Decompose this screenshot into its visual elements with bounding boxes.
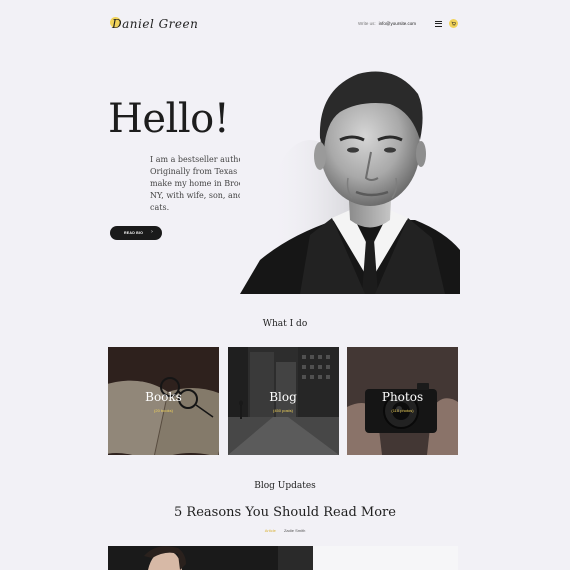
hero-title: Hello! xyxy=(108,96,230,142)
books-card-count: (20 books) xyxy=(154,408,173,413)
services-cards: Books (20 books) Blog (450 posts) Photos… xyxy=(108,347,458,455)
write-us-label: Write us: xyxy=(357,21,376,26)
post-title-link[interactable]: 5 Reasons You Should Read More xyxy=(0,505,570,520)
read-bio-button[interactable]: READ BIO › xyxy=(110,226,162,240)
post-category-link[interactable]: Article xyxy=(265,528,276,533)
read-bio-label: READ BIO xyxy=(124,231,144,235)
books-card[interactable]: Books (20 books) xyxy=(108,347,219,455)
what-i-do-heading: What I do xyxy=(262,319,308,329)
blog-card[interactable]: Blog (450 posts) xyxy=(227,347,339,455)
photos-card-count: (110 photos) xyxy=(391,408,414,413)
author-portrait xyxy=(240,60,460,294)
blog-updates-heading: Blog Updates xyxy=(254,481,316,491)
blog-card-count: (450 posts) xyxy=(272,408,293,413)
contact-email-link[interactable]: info@yoursite.com xyxy=(379,21,416,26)
post-featured-image[interactable] xyxy=(108,546,458,570)
chevron-right-icon: › xyxy=(151,229,153,235)
post-author: Zadie Smith xyxy=(283,528,306,533)
post-meta: Article Zadie Smith xyxy=(0,528,570,533)
books-card-title: Books xyxy=(145,390,182,404)
blog-card-title: Blog xyxy=(269,390,297,404)
hamburger-icon[interactable] xyxy=(435,20,442,27)
photos-card[interactable]: Photos (110 photos) xyxy=(347,347,458,455)
header-contact: Write us: info@yoursite.com xyxy=(358,19,458,28)
photos-card-title: Photos xyxy=(381,390,424,404)
logo-text: Daniel Green xyxy=(112,17,199,31)
site-logo[interactable]: Daniel Green xyxy=(108,14,198,34)
cart-icon[interactable] xyxy=(449,19,458,28)
